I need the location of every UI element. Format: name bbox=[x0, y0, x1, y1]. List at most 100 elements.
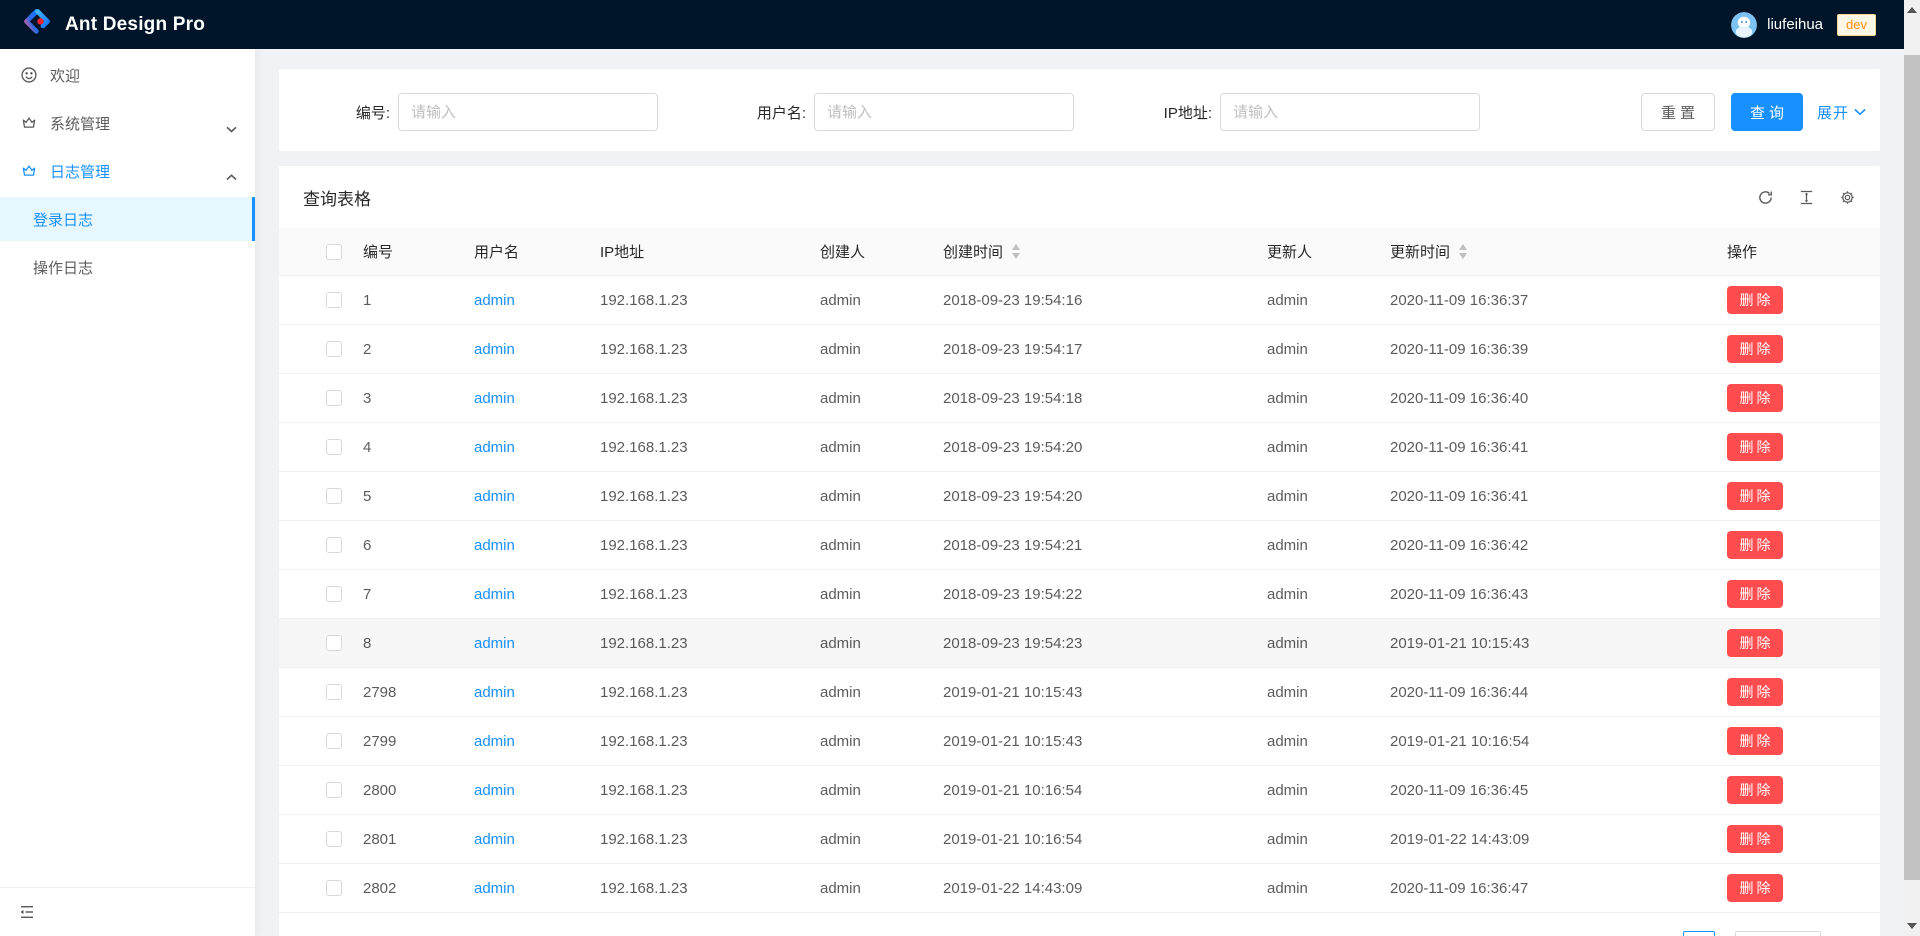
column-header-update-time[interactable]: 更新时间 bbox=[1374, 241, 1711, 262]
delete-button[interactable]: 删除 bbox=[1727, 776, 1783, 804]
table-row: 1 admin 192.168.1.23 admin 2018-09-23 19… bbox=[279, 276, 1880, 325]
chevron-down-icon bbox=[1854, 108, 1866, 116]
sidebar-item-log-mgmt[interactable]: 日志管理 bbox=[0, 149, 255, 193]
sidebar-item-system-mgmt[interactable]: 系统管理 bbox=[0, 101, 255, 145]
username-link[interactable]: admin bbox=[474, 292, 515, 309]
table-row: 2802 admin 192.168.1.23 admin 2019-01-22… bbox=[279, 864, 1880, 913]
delete-button[interactable]: 删除 bbox=[1727, 629, 1783, 657]
row-ip: 192.168.1.23 bbox=[584, 782, 804, 799]
table-header-row: 编号 用户名 IP地址 创建人 创建时间 更新人 更新时间 操作 bbox=[279, 228, 1880, 276]
search-field-ip: IP地址: bbox=[1132, 93, 1480, 131]
row-id: 1 bbox=[347, 292, 458, 309]
page-size-select[interactable] bbox=[1735, 931, 1821, 936]
row-select-cell bbox=[279, 831, 347, 847]
window-scrollbar[interactable] bbox=[1904, 0, 1920, 936]
row-updater: admin bbox=[1251, 586, 1374, 603]
sidebar: 欢迎 系统管理 日志管理 bbox=[0, 49, 255, 936]
reset-button[interactable]: 重置 bbox=[1641, 93, 1715, 131]
row-checkbox[interactable] bbox=[326, 831, 342, 847]
settings-gear-icon[interactable] bbox=[1839, 189, 1856, 206]
scroll-up-arrow-icon[interactable] bbox=[1907, 7, 1917, 13]
row-create-time: 2018-09-23 19:54:20 bbox=[927, 439, 1251, 456]
username-link[interactable]: admin bbox=[474, 341, 515, 358]
row-checkbox[interactable] bbox=[326, 733, 342, 749]
row-id: 7 bbox=[347, 586, 458, 603]
username-link[interactable]: admin bbox=[474, 439, 515, 456]
username-link[interactable]: admin bbox=[474, 831, 515, 848]
delete-button[interactable]: 删除 bbox=[1727, 874, 1783, 902]
menu-fold-icon[interactable] bbox=[18, 903, 36, 921]
row-checkbox[interactable] bbox=[326, 635, 342, 651]
id-input[interactable] bbox=[398, 93, 658, 131]
row-update-time: 2020-11-09 16:36:37 bbox=[1374, 292, 1711, 309]
delete-button[interactable]: 删除 bbox=[1727, 286, 1783, 314]
username-link[interactable]: admin bbox=[474, 782, 515, 799]
column-header-ip: IP地址 bbox=[584, 241, 804, 262]
row-ip: 192.168.1.23 bbox=[584, 684, 804, 701]
sidebar-item-operation-log[interactable]: 操作日志 bbox=[0, 245, 255, 289]
delete-button[interactable]: 删除 bbox=[1727, 433, 1783, 461]
delete-button[interactable]: 删除 bbox=[1727, 727, 1783, 755]
row-select-cell bbox=[279, 488, 347, 504]
row-updater: admin bbox=[1251, 439, 1374, 456]
username-link[interactable]: admin bbox=[474, 586, 515, 603]
row-id: 5 bbox=[347, 488, 458, 505]
ip-input[interactable] bbox=[1220, 93, 1480, 131]
row-checkbox[interactable] bbox=[326, 390, 342, 406]
query-button[interactable]: 查询 bbox=[1731, 93, 1803, 131]
delete-button[interactable]: 删除 bbox=[1727, 384, 1783, 412]
sidebar-menu: 欢迎 系统管理 日志管理 bbox=[0, 49, 255, 289]
row-checkbox[interactable] bbox=[326, 488, 342, 504]
select-all-checkbox[interactable] bbox=[326, 244, 342, 260]
delete-button[interactable]: 删除 bbox=[1727, 678, 1783, 706]
row-select-cell bbox=[279, 390, 347, 406]
row-ip: 192.168.1.23 bbox=[584, 292, 804, 309]
username-link[interactable]: admin bbox=[474, 635, 515, 652]
header-user-area[interactable]: liufeihua dev bbox=[1731, 0, 1876, 49]
username-link[interactable]: admin bbox=[474, 880, 515, 897]
sort-carets-icon[interactable] bbox=[1012, 244, 1020, 259]
username-input[interactable] bbox=[814, 93, 1074, 131]
row-checkbox[interactable] bbox=[326, 586, 342, 602]
row-id: 2802 bbox=[347, 880, 458, 897]
reload-icon[interactable] bbox=[1757, 189, 1774, 206]
sidebar-item-welcome[interactable]: 欢迎 bbox=[0, 53, 255, 97]
pagination-page-1[interactable]: 1 bbox=[1683, 931, 1715, 936]
row-checkbox[interactable] bbox=[326, 684, 342, 700]
username-link[interactable]: admin bbox=[474, 488, 515, 505]
user-name: liufeihua bbox=[1767, 16, 1823, 33]
pagination: 1 bbox=[279, 931, 1880, 936]
scroll-down-arrow-icon[interactable] bbox=[1907, 923, 1917, 929]
row-checkbox[interactable] bbox=[326, 341, 342, 357]
sort-carets-icon[interactable] bbox=[1459, 244, 1467, 259]
row-checkbox[interactable] bbox=[326, 292, 342, 308]
delete-button[interactable]: 删除 bbox=[1727, 482, 1783, 510]
row-checkbox[interactable] bbox=[326, 439, 342, 455]
row-checkbox[interactable] bbox=[326, 782, 342, 798]
row-checkbox[interactable] bbox=[326, 880, 342, 896]
brand-title: Ant Design Pro bbox=[65, 14, 205, 36]
row-id: 3 bbox=[347, 390, 458, 407]
username-link[interactable]: admin bbox=[474, 684, 515, 701]
table-row: 3 admin 192.168.1.23 admin 2018-09-23 19… bbox=[279, 374, 1880, 423]
sidebar-item-login-log[interactable]: 登录日志 bbox=[0, 197, 255, 241]
column-height-icon[interactable] bbox=[1798, 189, 1815, 206]
delete-button[interactable]: 删除 bbox=[1727, 531, 1783, 559]
sidebar-item-label: 欢迎 bbox=[50, 65, 237, 86]
username-link[interactable]: admin bbox=[474, 537, 515, 554]
smile-icon bbox=[20, 66, 38, 84]
row-create-time: 2018-09-23 19:54:23 bbox=[927, 635, 1251, 652]
row-checkbox[interactable] bbox=[326, 537, 342, 553]
row-select-cell bbox=[279, 635, 347, 651]
delete-button[interactable]: 删除 bbox=[1727, 825, 1783, 853]
expand-toggle[interactable]: 展开 bbox=[1817, 102, 1866, 123]
ant-design-logo-icon bbox=[22, 7, 52, 42]
scrollbar-thumb[interactable] bbox=[1904, 55, 1920, 880]
username-link[interactable]: admin bbox=[474, 390, 515, 407]
brand-logo[interactable]: Ant Design Pro bbox=[22, 7, 205, 42]
username-link[interactable]: admin bbox=[474, 733, 515, 750]
user-avatar[interactable] bbox=[1731, 12, 1757, 38]
column-header-create-time[interactable]: 创建时间 bbox=[927, 241, 1251, 262]
delete-button[interactable]: 删除 bbox=[1727, 335, 1783, 363]
delete-button[interactable]: 删除 bbox=[1727, 580, 1783, 608]
